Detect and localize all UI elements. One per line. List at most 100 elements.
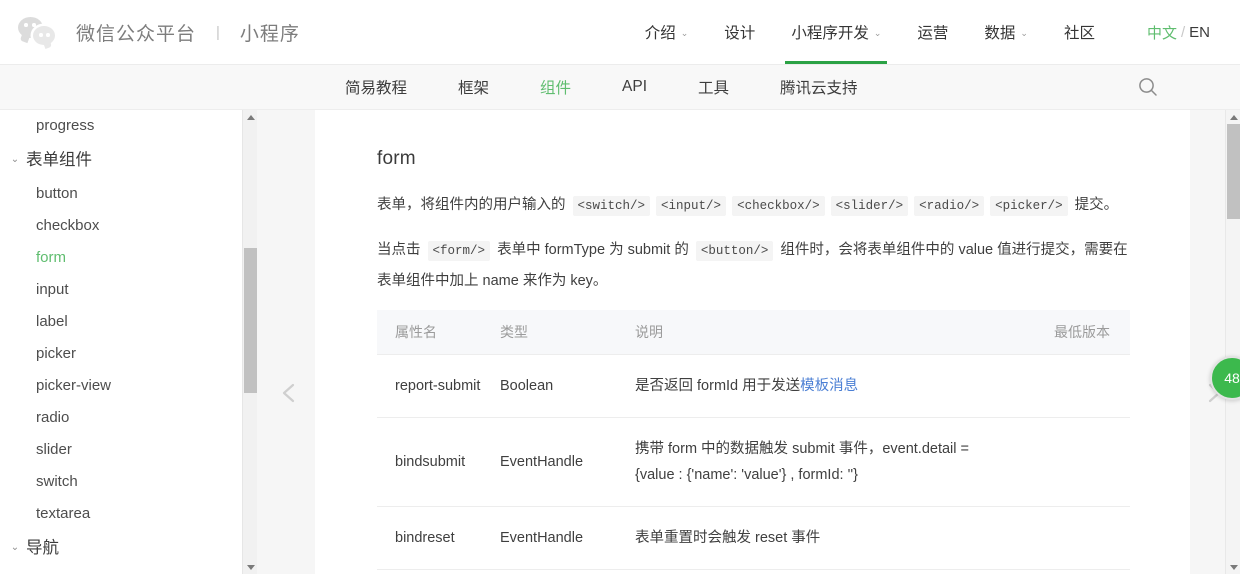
- sidebar-item-picker-view[interactable]: picker-view: [0, 370, 257, 402]
- sidebar-item-radio[interactable]: radio: [0, 402, 257, 434]
- page-scrollbar-thumb[interactable]: [1227, 124, 1240, 219]
- sidebar-item-switch[interactable]: switch: [0, 466, 257, 498]
- nav-item-intro[interactable]: 介绍 ⌄: [627, 0, 707, 64]
- chevron-down-icon: ⌄: [1020, 27, 1028, 38]
- sidebar-item-button[interactable]: button: [0, 178, 257, 210]
- nav-item-community[interactable]: 社区: [1046, 0, 1113, 64]
- doc-text: 当点击: [377, 242, 425, 258]
- cell-attr-type: Boolean: [482, 354, 617, 418]
- desc-text: 是否返回 formId 用于发送: [635, 378, 801, 394]
- triangle-down-icon[interactable]: [243, 560, 257, 574]
- table-row: report-submit Boolean 是否返回 formId 用于发送模板…: [377, 354, 1130, 418]
- page-title: form: [377, 148, 416, 169]
- code-chip-checkbox: <checkbox/>: [732, 196, 825, 216]
- doc-text: 表单中 formType 为 submit 的: [493, 242, 693, 258]
- triangle-down-icon[interactable]: [1226, 560, 1240, 574]
- column-header-type: 类型: [482, 310, 617, 355]
- column-header-desc: 说明: [617, 310, 1010, 355]
- body-area: progress ⌄ 表单组件 button checkbox form inp…: [0, 110, 1240, 574]
- nav-item-label: 社区: [1063, 25, 1095, 42]
- cell-attr-desc: 是否返回 formId 用于发送模板消息: [617, 354, 1010, 418]
- sidebar-group-label: 表单组件: [26, 151, 92, 169]
- template-message-link[interactable]: 模板消息: [800, 378, 858, 394]
- code-chip-form: <form/>: [427, 241, 491, 261]
- nav-item-operation[interactable]: 运营: [899, 0, 966, 64]
- chevron-down-icon: ⌄: [10, 154, 20, 165]
- sidebar-item-input[interactable]: input: [0, 274, 257, 306]
- brand[interactable]: 微信公众平台 | 小程序: [18, 15, 300, 49]
- top-header: 微信公众平台 | 小程序 介绍 ⌄ 设计 小程序开发 ⌄ 运营 数据 ⌄ 社区 …: [0, 0, 1240, 65]
- subnav-item-components[interactable]: 组件: [540, 76, 571, 98]
- sidebar-item-picker[interactable]: picker: [0, 338, 257, 370]
- sidebar-item-textarea[interactable]: textarea: [0, 498, 257, 530]
- nav-item-label: 运营: [917, 25, 949, 42]
- subnav-item-tencent-cloud[interactable]: 腾讯云支持: [780, 76, 858, 98]
- sidebar-item-slider[interactable]: slider: [0, 434, 257, 466]
- sidebar-item-checkbox[interactable]: checkbox: [0, 210, 257, 242]
- code-chip-input: <input/>: [656, 196, 727, 216]
- language-en[interactable]: EN: [1189, 24, 1210, 41]
- cell-attr-desc: 携带 form 中的数据触发 submit 事件，event.detail = …: [617, 417, 1010, 507]
- nav-item-data[interactable]: 数据 ⌄: [966, 0, 1046, 64]
- column-header-version: 最低版本: [1010, 310, 1130, 355]
- cell-attr-version: [1010, 506, 1130, 570]
- triangle-up-icon[interactable]: [243, 110, 257, 124]
- subnav-item-tutorial[interactable]: 简易教程: [345, 76, 407, 98]
- code-chip-radio: <radio/>: [914, 196, 985, 216]
- nav-item-miniprogram-dev[interactable]: 小程序开发 ⌄: [773, 0, 899, 64]
- subnav-item-tools[interactable]: 工具: [698, 76, 729, 98]
- chevron-left-icon[interactable]: [275, 378, 305, 408]
- doc-panel: form 表单，将组件内的用户输入的 <switch/> <input/> <che…: [315, 110, 1190, 574]
- nav-item-label: 介绍: [644, 25, 676, 42]
- language-zh[interactable]: 中文: [1147, 22, 1177, 43]
- sidebar-scrollbar-thumb[interactable]: [244, 248, 257, 393]
- subnav-item-api[interactable]: API: [622, 78, 647, 96]
- cell-attr-type: EventHandle: [482, 417, 617, 507]
- code-chip-button: <button/>: [695, 241, 774, 261]
- sidebar-item-label[interactable]: label: [0, 306, 257, 338]
- table-row: bindreset EventHandle 表单重置时会触发 reset 事件: [377, 506, 1130, 570]
- nav-item-design[interactable]: 设计: [706, 0, 773, 64]
- cell-attr-name: bindsubmit: [377, 417, 482, 507]
- sidebar: progress ⌄ 表单组件 button checkbox form inp…: [0, 110, 257, 574]
- code-chip-picker: <picker/>: [990, 196, 1068, 216]
- brand-subtitle: 小程序: [239, 23, 300, 45]
- search-icon[interactable]: [1136, 75, 1160, 99]
- nav-item-label: 小程序开发: [791, 25, 869, 42]
- column-header-name: 属性名: [377, 310, 482, 355]
- chevron-down-icon: ⌄: [873, 27, 882, 38]
- floating-badge-label: 48: [1224, 370, 1240, 386]
- cell-attr-version: [1010, 354, 1130, 418]
- sidebar-group-label: 导航: [26, 539, 59, 557]
- table-body: report-submit Boolean 是否返回 formId 用于发送模板…: [377, 354, 1130, 570]
- table-row: bindsubmit EventHandle 携带 form 中的数据触发 su…: [377, 417, 1130, 507]
- sidebar-item-progress[interactable]: progress: [0, 110, 257, 142]
- app-page: 微信公众平台 | 小程序 介绍 ⌄ 设计 小程序开发 ⌄ 运营 数据 ⌄ 社区 …: [0, 0, 1240, 574]
- wechat-logo: [18, 15, 62, 49]
- sidebar-scrollbar[interactable]: [242, 110, 257, 574]
- doc-content: form 表单，将组件内的用户输入的 <switch/> <input/> <che…: [315, 148, 1190, 570]
- sidebar-group-form-components[interactable]: ⌄ 表单组件: [0, 142, 257, 178]
- subnav-item-framework[interactable]: 框架: [458, 76, 489, 98]
- code-chip-slider: <slider/>: [830, 196, 909, 216]
- sub-nav: 简易教程 框架 组件 API 工具 腾讯云支持: [0, 65, 1240, 110]
- brand-title: 微信公众平台: [76, 23, 197, 45]
- doc-paragraph-1: 表单，将组件内的用户输入的 <switch/> <input/> <checkbox…: [377, 190, 1130, 221]
- cell-attr-name: report-submit: [377, 354, 482, 418]
- language-switcher[interactable]: 中文 / EN: [1113, 0, 1220, 64]
- sidebar-group-navigation[interactable]: ⌄ 导航: [0, 530, 257, 566]
- nav-item-label: 设计: [724, 25, 756, 42]
- triangle-up-icon[interactable]: [1226, 110, 1240, 124]
- doc-paragraph-2: 当点击 <form/> 表单中 formType 为 submit 的 <but…: [377, 235, 1130, 296]
- doc-text: 提交。: [1070, 197, 1119, 213]
- content-stage: form 表单，将组件内的用户输入的 <switch/> <input/> <che…: [257, 110, 1240, 574]
- cell-attr-version: [1010, 417, 1130, 507]
- page-scrollbar[interactable]: [1225, 110, 1240, 574]
- nav-item-label: 数据: [984, 25, 1016, 42]
- chevron-down-icon: ⌄: [10, 542, 20, 553]
- code-chip-switch: <switch/>: [572, 196, 651, 216]
- sidebar-list: progress ⌄ 表单组件 button checkbox form inp…: [0, 110, 257, 566]
- attributes-table: 属性名 类型 说明 最低版本 report-submit Boolean 是否返…: [377, 310, 1130, 570]
- sidebar-item-form[interactable]: form: [0, 242, 257, 274]
- cell-attr-desc: 表单重置时会触发 reset 事件: [617, 506, 1010, 570]
